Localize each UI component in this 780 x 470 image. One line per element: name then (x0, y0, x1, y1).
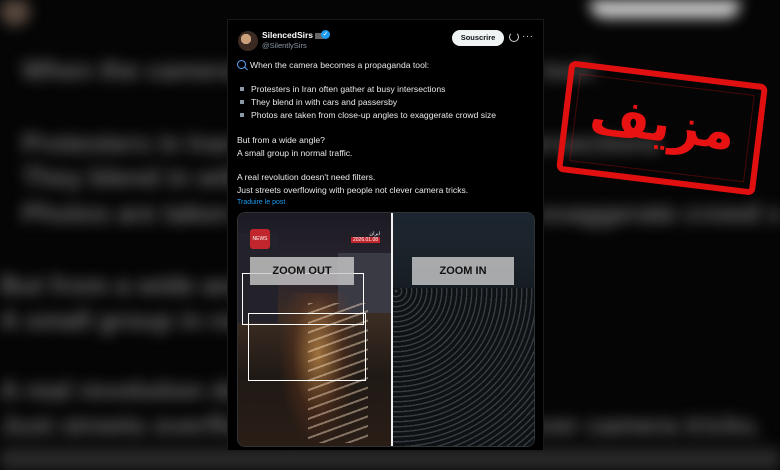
tweet-media-image[interactable]: NEWS ایران 2026.01.08 ZOOM OUT ZOOM IN (237, 212, 535, 447)
date-tag: ایران 2026.01.08 (351, 231, 381, 243)
bullet-1: Protesters in Iran often gather at busy … (251, 84, 446, 94)
username-text: SilencedSirs (262, 30, 314, 40)
zoom-in-label: ZOOM IN (412, 257, 514, 285)
zoom-out-label: ZOOM OUT (250, 257, 354, 285)
para3-line2: Just streets overflowing with people not… (237, 185, 469, 195)
para2-line2: A small group in normal traffic. (237, 148, 353, 158)
tweet-card: SilencedSirs ✓ @SilentlySirs Souscrire ·… (228, 20, 543, 450)
date-tag-date: 2026.01.08 (351, 237, 381, 243)
bg-subscribe-pill (590, 0, 740, 18)
username[interactable]: SilencedSirs (262, 30, 325, 40)
selection-box (248, 313, 366, 381)
zoom-out-photo: NEWS ایران 2026.01.08 ZOOM OUT (238, 213, 391, 446)
intro-line: When the camera becomes a propaganda too… (237, 60, 429, 70)
user-handle[interactable]: @SilentlySirs (262, 41, 307, 50)
intro-text: When the camera becomes a propaganda too… (250, 60, 430, 70)
bullet-icon (240, 113, 244, 117)
bullet-icon (240, 100, 244, 104)
avatar[interactable] (238, 31, 258, 51)
bullet-2: They blend in with cars and passersby (251, 97, 398, 107)
news-logo: NEWS (250, 229, 270, 249)
bg-bottom-band (0, 448, 780, 470)
translate-link[interactable]: Traduire le post (237, 199, 285, 206)
bg-avatar (0, 0, 30, 26)
bullet-3: Photos are taken from close-up angles to… (251, 110, 497, 120)
more-icon[interactable]: ··· (522, 31, 534, 42)
subscribe-button[interactable]: Souscrire (452, 30, 504, 46)
verified-badge-icon: ✓ (321, 30, 330, 39)
crowd-texture (393, 288, 534, 446)
grok-icon[interactable] (509, 32, 519, 42)
para3-line1: A real revolution doesn't need filters. (237, 172, 376, 182)
para2-line1: But from a wide angle? (237, 135, 325, 145)
bullet-icon (240, 87, 244, 91)
magnifier-icon (237, 60, 246, 69)
